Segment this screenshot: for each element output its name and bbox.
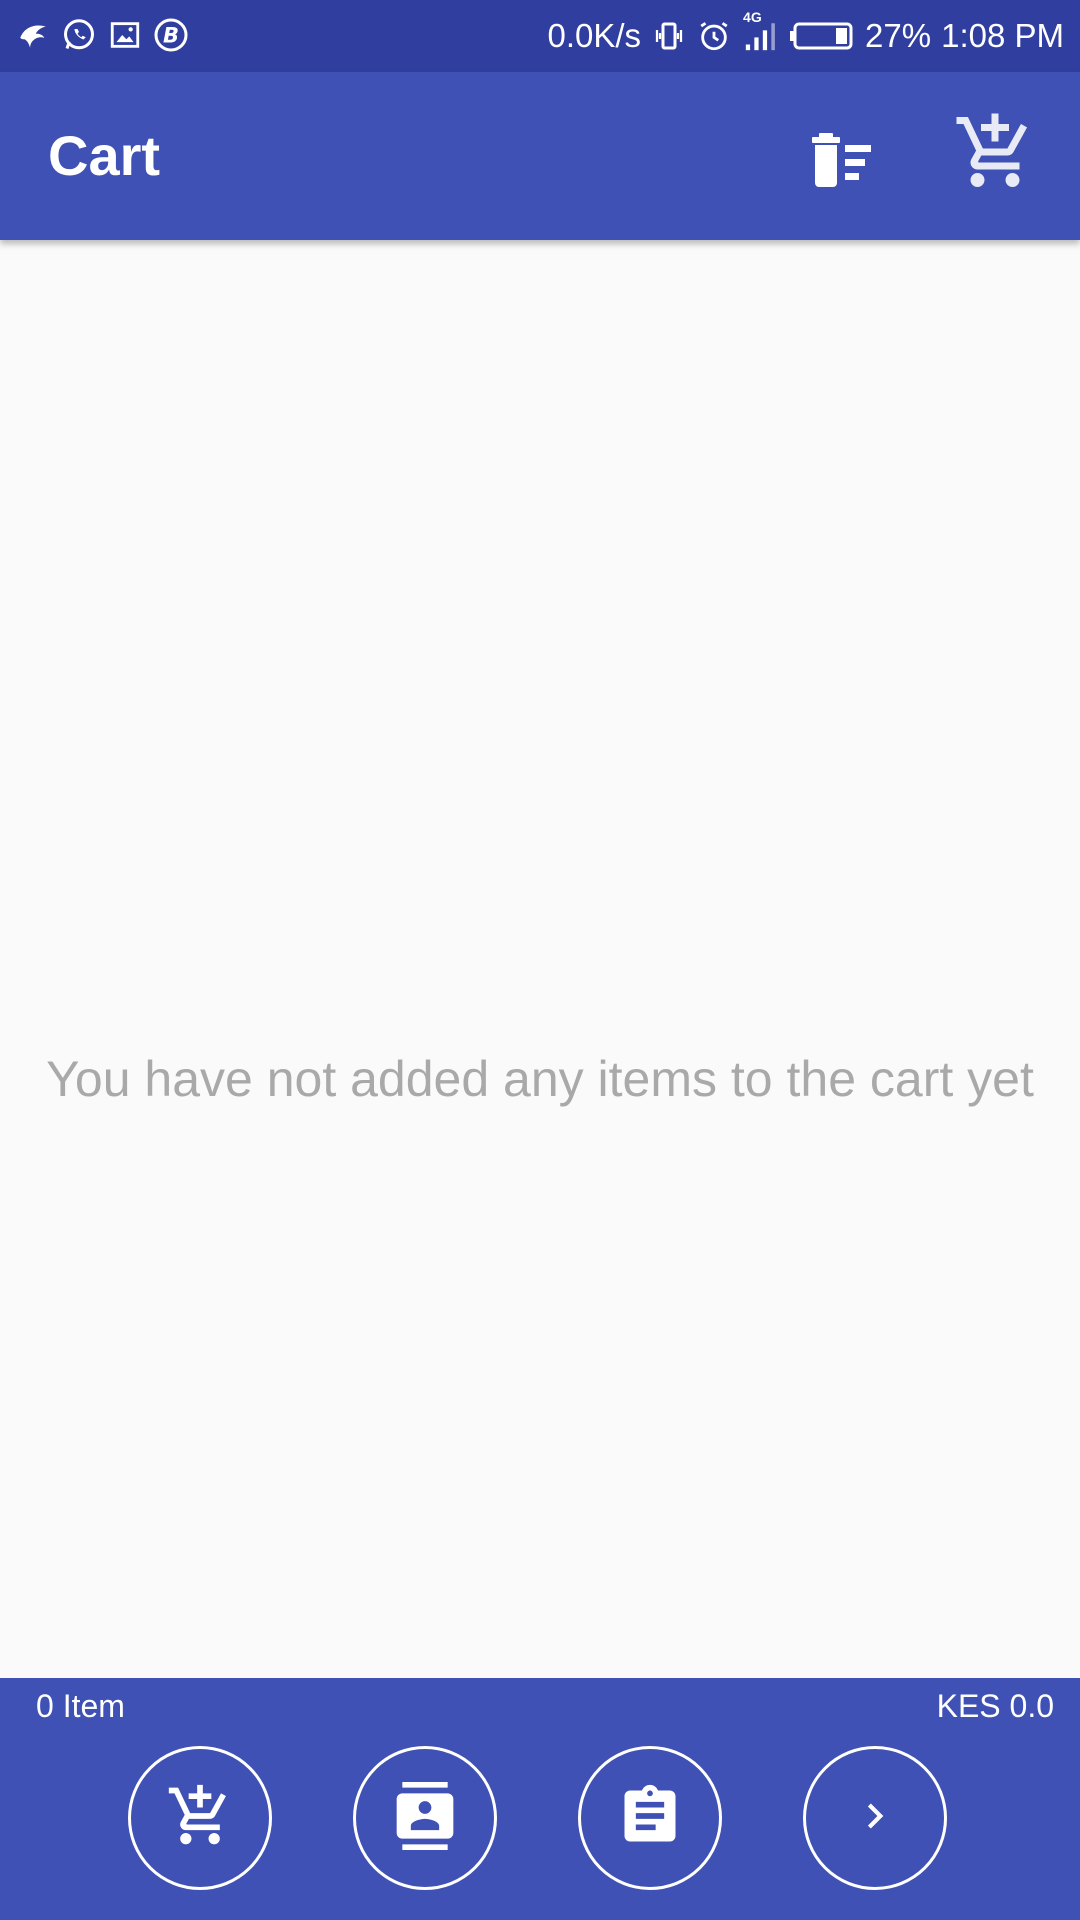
alarm-icon bbox=[697, 19, 731, 53]
order-notes-button[interactable] bbox=[578, 1746, 722, 1890]
empty-cart-message: You have not added any items to the cart… bbox=[46, 1051, 1034, 1107]
clear-cart-icon bbox=[809, 132, 871, 192]
customer-button[interactable] bbox=[353, 1746, 497, 1890]
item-count: 0 Item bbox=[36, 1688, 125, 1724]
add-to-cart-button[interactable] bbox=[945, 104, 1045, 204]
screencast-icon bbox=[106, 16, 144, 54]
contact-icon bbox=[391, 1781, 459, 1855]
clear-cart-button[interactable] bbox=[800, 122, 880, 202]
signal-icon: 4G bbox=[741, 9, 779, 53]
system-status: 0.0K/s 4G 27% 1:08 PM bbox=[547, 0, 1064, 72]
battery-level: 27% bbox=[865, 17, 932, 54]
svg-text:B: B bbox=[163, 24, 179, 48]
bbm-icon: B bbox=[152, 16, 190, 54]
bird-app-icon bbox=[14, 16, 52, 54]
clipboard-icon bbox=[616, 1782, 684, 1855]
page-title: Cart bbox=[48, 124, 161, 187]
status-bar: B 0.0K/s 4G 27% 1:08 PM bbox=[0, 0, 1080, 72]
add-to-cart-icon bbox=[953, 110, 1037, 199]
network-speed: 0.0K/s bbox=[547, 17, 642, 54]
add-item-button[interactable] bbox=[128, 1746, 272, 1890]
vibrate-icon bbox=[651, 18, 687, 54]
cart-total: KES 0.0 bbox=[936, 1688, 1054, 1724]
battery-icon bbox=[789, 21, 855, 51]
notification-icons: B bbox=[14, 16, 190, 54]
chevron-right-icon bbox=[850, 1791, 900, 1846]
clock: 1:08 PM bbox=[941, 17, 1064, 54]
bottom-bar: 0 Item KES 0.0 bbox=[0, 1678, 1080, 1920]
next-button[interactable] bbox=[803, 1746, 947, 1890]
app-bar: Cart bbox=[0, 72, 1080, 240]
add-to-cart-icon bbox=[166, 1782, 234, 1855]
network-type: 4G bbox=[743, 9, 762, 25]
whatsapp-icon bbox=[60, 16, 98, 54]
